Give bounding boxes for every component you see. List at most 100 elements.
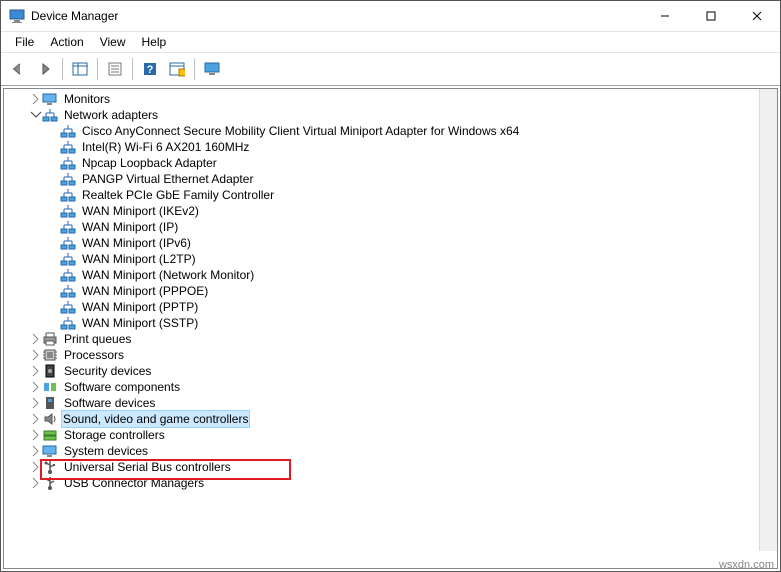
tree-item-sound-video-game[interactable]: Sound, video and game controllers — [4, 411, 777, 427]
tree-item-network-adapter[interactable]: WAN Miniport (PPTP) — [4, 299, 777, 315]
menu-file[interactable]: File — [7, 33, 42, 51]
network-adapter-icon — [60, 299, 76, 315]
menu-view[interactable]: View — [92, 33, 134, 51]
tree-item-network-adapter[interactable]: WAN Miniport (IP) — [4, 219, 777, 235]
tree-item-label: WAN Miniport (IKEv2) — [80, 203, 201, 219]
expand-icon[interactable] — [28, 396, 42, 410]
printer-icon — [42, 331, 58, 347]
tree-item-label: Software devices — [62, 395, 157, 411]
storage-icon — [42, 427, 58, 443]
tree-item-network-adapter[interactable]: WAN Miniport (SSTP) — [4, 315, 777, 331]
tree-item-software-components[interactable]: Software components — [4, 379, 777, 395]
menu-help[interactable]: Help — [134, 33, 175, 51]
expand-icon[interactable] — [28, 380, 42, 394]
tree-item-label: WAN Miniport (PPPOE) — [80, 283, 210, 299]
tree-item-label: Npcap Loopback Adapter — [80, 155, 219, 171]
expand-icon[interactable] — [28, 364, 42, 378]
tree-item-label: WAN Miniport (PPTP) — [80, 299, 200, 315]
network-adapter-icon — [60, 155, 76, 171]
monitor-icon — [42, 91, 58, 107]
svg-text:?: ? — [147, 64, 154, 76]
device-manager-window: Device Manager File Action View Help ? M… — [0, 0, 781, 572]
help-button[interactable]: ? — [137, 56, 163, 82]
forward-button[interactable] — [32, 56, 58, 82]
tree-item-network-adapter[interactable]: Cisco AnyConnect Secure Mobility Client … — [4, 123, 777, 139]
tree-item-monitors[interactable]: Monitors — [4, 91, 777, 107]
tree-item-label: Processors — [62, 347, 126, 363]
tree-item-label: WAN Miniport (SSTP) — [80, 315, 200, 331]
tree-item-network-adapter[interactable]: Intel(R) Wi-Fi 6 AX201 160MHz — [4, 139, 777, 155]
vertical-scrollbar[interactable] — [759, 89, 777, 551]
network-adapter-icon — [60, 139, 76, 155]
tree-item-label: WAN Miniport (IP) — [80, 219, 180, 235]
tree-item-network-adapter[interactable]: WAN Miniport (PPPOE) — [4, 283, 777, 299]
window-title: Device Manager — [31, 9, 642, 23]
usb-connector-icon — [42, 475, 58, 491]
network-icon — [42, 107, 58, 123]
close-button[interactable] — [734, 1, 780, 31]
tree-item-network-adapter[interactable]: Npcap Loopback Adapter — [4, 155, 777, 171]
tree-item-label: Software components — [62, 379, 182, 395]
expand-icon[interactable] — [28, 428, 42, 442]
tree-item-print-queues[interactable]: Print queues — [4, 331, 777, 347]
tree-item-label: PANGP Virtual Ethernet Adapter — [80, 171, 255, 187]
minimize-button[interactable] — [642, 1, 688, 31]
tree-item-software-devices[interactable]: Software devices — [4, 395, 777, 411]
tree-item-network-adapters[interactable]: Network adapters — [4, 107, 777, 123]
tree-item-label: System devices — [62, 443, 150, 459]
tree-item-label: Cisco AnyConnect Secure Mobility Client … — [80, 123, 521, 139]
tree-item-system-devices[interactable]: System devices — [4, 443, 777, 459]
titlebar: Device Manager — [1, 1, 780, 32]
tree-item-network-adapter[interactable]: PANGP Virtual Ethernet Adapter — [4, 171, 777, 187]
network-adapter-icon — [60, 187, 76, 203]
tree-item-processors[interactable]: Processors — [4, 347, 777, 363]
device-tree[interactable]: MonitorsNetwork adaptersCisco AnyConnect… — [3, 88, 778, 569]
tree-item-network-adapter[interactable]: WAN Miniport (Network Monitor) — [4, 267, 777, 283]
tree-item-label: Intel(R) Wi-Fi 6 AX201 160MHz — [80, 139, 251, 155]
expand-icon[interactable] — [28, 444, 42, 458]
network-adapter-icon — [60, 171, 76, 187]
expand-icon[interactable] — [28, 412, 42, 426]
tree-item-security-devices[interactable]: Security devices — [4, 363, 777, 379]
expand-icon[interactable] — [28, 348, 42, 362]
collapse-icon[interactable] — [28, 108, 42, 122]
monitor-button[interactable] — [199, 56, 225, 82]
tree-item-usb-managers[interactable]: USB Connector Managers — [4, 475, 777, 491]
tree-item-network-adapter[interactable]: Realtek PCIe GbE Family Controller — [4, 187, 777, 203]
sound-icon — [42, 411, 58, 427]
tree-item-storage-controllers[interactable]: Storage controllers — [4, 427, 777, 443]
tree-item-label: WAN Miniport (L2TP) — [80, 251, 198, 267]
software-device-icon — [42, 395, 58, 411]
separator-icon — [62, 58, 63, 80]
tree-item-label: Storage controllers — [62, 427, 167, 443]
properties-button[interactable] — [102, 56, 128, 82]
cpu-icon — [42, 347, 58, 363]
tree-item-label: Print queues — [62, 331, 133, 347]
maximize-button[interactable] — [688, 1, 734, 31]
expand-icon[interactable] — [28, 476, 42, 490]
menu-bar: File Action View Help — [1, 32, 780, 52]
network-adapter-icon — [60, 251, 76, 267]
tree-item-network-adapter[interactable]: WAN Miniport (IPv6) — [4, 235, 777, 251]
tree-item-label: USB Connector Managers — [62, 475, 206, 491]
expand-icon[interactable] — [28, 92, 42, 106]
tree-item-label: Sound, video and game controllers — [61, 410, 250, 428]
watermark-text: wsxdn.com — [719, 559, 774, 571]
tree-item-network-adapter[interactable]: WAN Miniport (IKEv2) — [4, 203, 777, 219]
network-adapter-icon — [60, 267, 76, 283]
tree-item-label: Network adapters — [62, 107, 160, 123]
back-button[interactable] — [5, 56, 31, 82]
tree-item-label: Universal Serial Bus controllers — [62, 459, 233, 475]
tree-item-usb-controllers[interactable]: Universal Serial Bus controllers — [4, 459, 777, 475]
expand-icon[interactable] — [28, 332, 42, 346]
tree-item-network-adapter[interactable]: WAN Miniport (L2TP) — [4, 251, 777, 267]
expand-icon[interactable] — [28, 460, 42, 474]
content-area: MonitorsNetwork adaptersCisco AnyConnect… — [1, 86, 780, 571]
show-hide-tree-button[interactable] — [67, 56, 93, 82]
menu-action[interactable]: Action — [42, 33, 91, 51]
usb-icon — [42, 459, 58, 475]
network-adapter-icon — [60, 315, 76, 331]
scan-hardware-button[interactable] — [164, 56, 190, 82]
app-icon — [9, 8, 25, 24]
system-icon — [42, 443, 58, 459]
